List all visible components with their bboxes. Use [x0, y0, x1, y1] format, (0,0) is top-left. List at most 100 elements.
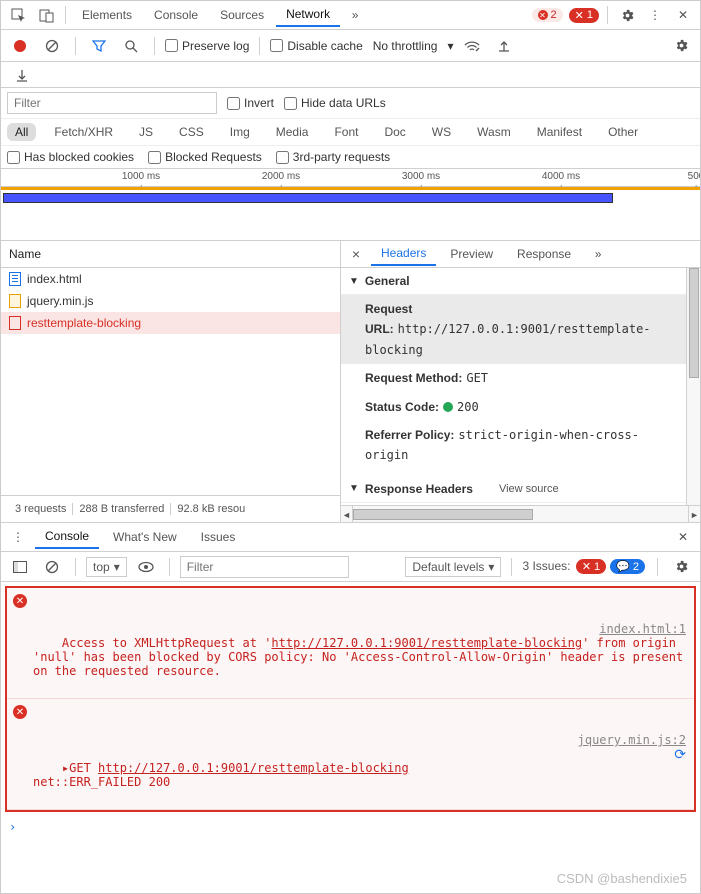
- blocked-cookies-checkbox[interactable]: Has blocked cookies: [7, 150, 134, 164]
- watermark: CSDN @bashendixie5: [557, 871, 687, 886]
- type-img[interactable]: Img: [222, 123, 258, 141]
- type-wasm[interactable]: Wasm: [469, 123, 519, 141]
- more-detail-tabs-icon[interactable]: »: [585, 241, 611, 267]
- drawer-tab-whatsnew[interactable]: What's New: [103, 526, 187, 548]
- issues-label[interactable]: 3 Issues: ✕ 1💬 2: [522, 559, 647, 574]
- section-response-headers[interactable]: ▼Response HeadersView source: [341, 476, 686, 503]
- xhr-icon: [9, 316, 21, 330]
- main-tab-bar: Elements Console Sources Network » ✕2 ✕ …: [1, 1, 700, 30]
- resource-type-bar: All Fetch/XHR JS CSS Img Media Font Doc …: [1, 119, 700, 146]
- type-doc[interactable]: Doc: [376, 123, 413, 141]
- invert-checkbox[interactable]: Invert: [227, 96, 274, 110]
- filter-input[interactable]: [7, 92, 217, 114]
- console-prompt[interactable]: ›: [1, 816, 700, 838]
- view-source-link[interactable]: View source: [499, 483, 559, 495]
- timeline-bar: [3, 193, 613, 203]
- preserve-log-checkbox[interactable]: Preserve log: [165, 39, 249, 53]
- export-har-icon[interactable]: [9, 62, 35, 88]
- type-other[interactable]: Other: [600, 123, 646, 141]
- status-code: Status Code:200: [341, 393, 686, 421]
- hide-data-urls-checkbox[interactable]: Hide data URLs: [284, 96, 386, 110]
- inspect-element-icon[interactable]: [5, 2, 31, 28]
- request-row-selected[interactable]: resttemplate-blocking: [1, 312, 340, 334]
- type-ws[interactable]: WS: [424, 123, 459, 141]
- document-icon: [9, 272, 21, 286]
- source-link[interactable]: jquery.min.js:2: [578, 733, 686, 747]
- tab-elements[interactable]: Elements: [72, 4, 142, 26]
- detail-tab-response[interactable]: Response: [507, 243, 581, 265]
- ruler-mark: 500: [688, 171, 700, 182]
- error-icon: ✕: [13, 705, 27, 719]
- tab-sources[interactable]: Sources: [210, 4, 274, 26]
- blocked-requests-checkbox[interactable]: Blocked Requests: [148, 150, 262, 164]
- throttling-select[interactable]: No throttling ▾: [373, 39, 454, 53]
- disable-cache-checkbox[interactable]: Disable cache: [270, 39, 362, 53]
- status-dot-icon: [443, 402, 453, 412]
- request-url: Request URL:http://127.0.0.1:9001/restte…: [341, 295, 686, 364]
- record-button[interactable]: [7, 33, 33, 59]
- error-count-hard[interactable]: ✕ 1: [569, 8, 599, 23]
- detail-tab-preview[interactable]: Preview: [440, 243, 503, 265]
- kebab-menu-icon[interactable]: ⋮: [642, 2, 668, 28]
- drawer-tab-console[interactable]: Console: [35, 525, 99, 549]
- name-column-header[interactable]: Name: [1, 241, 340, 268]
- source-link[interactable]: index.html:1: [599, 622, 686, 636]
- detail-horizontal-scrollbar[interactable]: ◄►: [341, 505, 700, 522]
- close-detail-icon[interactable]: ×: [345, 246, 367, 262]
- ruler-mark: 3000 ms: [402, 171, 440, 182]
- drawer-tab-issues[interactable]: Issues: [191, 526, 246, 548]
- network-settings-icon[interactable]: [668, 33, 694, 59]
- error-icon: ✕: [13, 594, 27, 608]
- clear-console-icon[interactable]: [39, 554, 65, 580]
- timeline-overview[interactable]: 1000 ms 2000 ms 3000 ms 4000 ms 500: [1, 169, 700, 241]
- section-general[interactable]: ▼General: [341, 268, 686, 295]
- type-css[interactable]: CSS: [171, 123, 212, 141]
- ruler-mark: 4000 ms: [542, 171, 580, 182]
- import-har-icon[interactable]: [491, 33, 517, 59]
- network-summary: 3 requests 288 B transferred 92.8 kB res…: [1, 495, 340, 522]
- device-toolbar-icon[interactable]: [33, 2, 59, 28]
- script-icon: [9, 294, 21, 308]
- type-js[interactable]: JS: [131, 123, 161, 141]
- type-fetch[interactable]: Fetch/XHR: [46, 123, 121, 141]
- filter-toggle-icon[interactable]: [86, 33, 112, 59]
- console-sidebar-icon[interactable]: [7, 554, 33, 580]
- filter-bar: Invert Hide data URLs: [1, 88, 700, 119]
- retry-icon[interactable]: ⟳: [674, 747, 686, 763]
- error-count-soft[interactable]: ✕2: [532, 8, 563, 22]
- console-filter-input[interactable]: [180, 556, 349, 578]
- console-messages: ✕ index.html:1 Access to XMLHttpRequest …: [5, 586, 696, 812]
- request-list-pane: Name index.html jquery.min.js resttempla…: [1, 241, 341, 522]
- close-devtools-icon[interactable]: ✕: [670, 2, 696, 28]
- ruler-mark: 1000 ms: [122, 171, 160, 182]
- detail-vertical-scrollbar[interactable]: [686, 268, 700, 505]
- tab-console[interactable]: Console: [144, 4, 208, 26]
- type-all[interactable]: All: [7, 123, 36, 141]
- detail-tab-headers[interactable]: Headers: [371, 242, 436, 266]
- network-conditions-icon[interactable]: [459, 33, 485, 59]
- console-error-message[interactable]: ✕ index.html:1 Access to XMLHttpRequest …: [7, 588, 694, 699]
- type-media[interactable]: Media: [268, 123, 317, 141]
- more-tabs-icon[interactable]: »: [342, 2, 368, 28]
- type-font[interactable]: Font: [326, 123, 366, 141]
- live-expression-icon[interactable]: [133, 554, 159, 580]
- close-drawer-icon[interactable]: ✕: [670, 524, 696, 550]
- type-manifest[interactable]: Manifest: [529, 123, 590, 141]
- request-row[interactable]: index.html: [1, 268, 340, 290]
- console-error-message[interactable]: ✕ jquery.min.js:2 ⟳ ▸GET http://127.0.0.…: [7, 699, 694, 810]
- console-settings-icon[interactable]: [668, 554, 694, 580]
- referrer-policy: Referrer Policy:strict-origin-when-cross…: [341, 421, 686, 470]
- request-method: Request Method:GET: [341, 364, 686, 392]
- search-icon[interactable]: [118, 33, 144, 59]
- tab-network[interactable]: Network: [276, 3, 340, 27]
- request-row[interactable]: jquery.min.js: [1, 290, 340, 312]
- drawer-menu-icon[interactable]: ⋮: [5, 524, 31, 550]
- context-selector[interactable]: top▾: [86, 557, 127, 577]
- clear-button[interactable]: [39, 33, 65, 59]
- drawer-tab-bar: ⋮ Console What's New Issues ✕: [1, 523, 700, 552]
- third-party-checkbox[interactable]: 3rd-party requests: [276, 150, 390, 164]
- network-toolbar: Preserve log Disable cache No throttling…: [1, 30, 700, 62]
- settings-icon[interactable]: [614, 2, 640, 28]
- log-levels-selector[interactable]: Default levels▾: [405, 557, 501, 577]
- extra-filters: Has blocked cookies Blocked Requests 3rd…: [1, 146, 700, 169]
